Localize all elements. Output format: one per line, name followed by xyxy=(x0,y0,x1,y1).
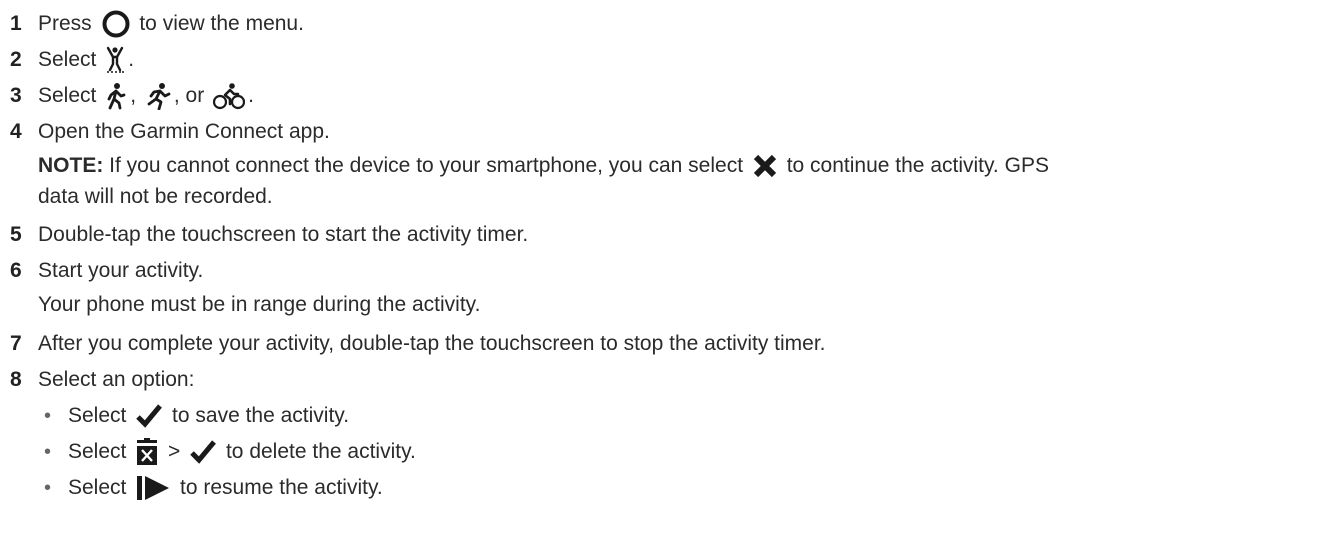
step-7: 7 After you complete your activity, doub… xyxy=(10,326,1322,362)
instruction-document: 1 Press to view the menu. 2 Select . 3 S… xyxy=(0,0,1322,506)
step-text: , xyxy=(130,84,142,107)
step-6-continuation: Your phone must be in range during the a… xyxy=(38,293,481,316)
step-number: 2 xyxy=(10,48,22,71)
run-icon xyxy=(145,82,171,110)
x-icon xyxy=(752,154,778,178)
step-number: 1 xyxy=(10,12,22,35)
step-text: Select xyxy=(38,48,103,71)
step-text: Double-tap the touchscreen to start the … xyxy=(38,223,529,246)
resume-icon xyxy=(135,474,171,502)
list-item: • Select to save the activity. xyxy=(38,398,1322,434)
option-list: • Select to save the activity. • Select … xyxy=(10,398,1322,506)
checkmark-icon xyxy=(189,439,217,465)
discard-icon xyxy=(135,438,159,466)
walk-icon xyxy=(105,82,127,110)
step-text: to view the menu. xyxy=(133,12,304,35)
step-number: 3 xyxy=(10,84,22,107)
option-text: to delete the activity. xyxy=(220,440,416,463)
note-text: to continue the activity. GPS xyxy=(780,154,1049,177)
step-text: . xyxy=(128,48,135,71)
step-3: 3 Select , , or . xyxy=(10,78,1322,114)
bullet: • xyxy=(44,404,52,427)
option-text: > xyxy=(162,440,187,463)
step-text: . xyxy=(248,84,254,107)
step-text: Press xyxy=(38,12,98,35)
note-text-line2: data will not be recorded. xyxy=(38,185,273,208)
step-number: 4 xyxy=(10,120,22,143)
option-text: Select xyxy=(68,404,133,427)
list-item: • Select > to delete the activity. xyxy=(38,434,1322,470)
bullet: • xyxy=(44,440,52,463)
step-text: Select xyxy=(38,84,103,107)
option-text: to resume the activity. xyxy=(174,476,383,499)
step-text: After you complete your activity, double… xyxy=(38,332,826,355)
step-8: 8 Select an option: xyxy=(10,362,1322,398)
step-6: 6 Start your activity. xyxy=(10,253,1322,289)
step-text: Select an option: xyxy=(38,368,195,391)
option-text: Select xyxy=(68,476,133,499)
note-label: NOTE: xyxy=(38,154,104,177)
step-1: 1 Press to view the menu. xyxy=(10,6,1322,42)
bike-icon xyxy=(213,82,246,110)
step-text: , or xyxy=(173,84,211,107)
option-text: Select xyxy=(68,440,133,463)
step-4: 4 Open the Garmin Connect app. xyxy=(10,114,1322,150)
step-5: 5 Double-tap the touchscreen to start th… xyxy=(10,217,1322,253)
step-number: 7 xyxy=(10,332,22,355)
bullet: • xyxy=(44,476,52,499)
step-text: Open the Garmin Connect app. xyxy=(38,120,330,143)
list-item: • Select to resume the activity. xyxy=(38,470,1322,506)
note: NOTE: If you cannot connect the device t… xyxy=(10,150,1322,212)
circle-button-icon xyxy=(101,9,131,39)
step-number: 5 xyxy=(10,223,22,246)
step-number: 8 xyxy=(10,368,22,391)
note-text: If you cannot connect the device to your… xyxy=(103,154,749,177)
step-number: 6 xyxy=(10,259,22,282)
option-text: to save the activity. xyxy=(166,404,350,427)
checkmark-icon xyxy=(135,403,163,429)
step-2: 2 Select . xyxy=(10,42,1322,78)
activity-icon xyxy=(105,46,125,74)
step-text: Start your activity. xyxy=(38,259,204,282)
